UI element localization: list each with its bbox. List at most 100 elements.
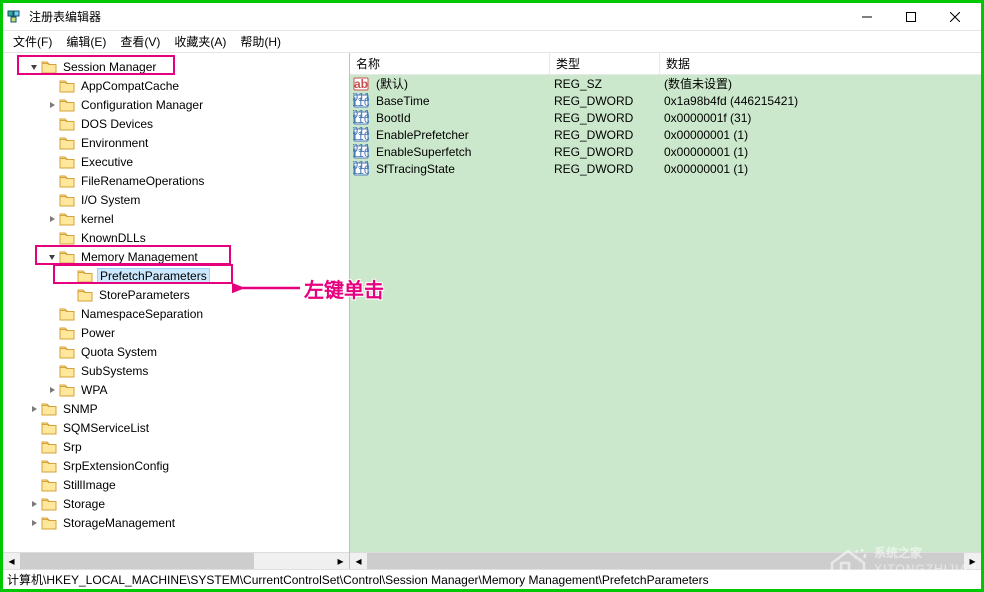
value-name: BaseTime — [372, 94, 550, 108]
status-bar: 计算机\HKEY_LOCAL_MACHINE\SYSTEM\CurrentCon… — [3, 569, 981, 589]
tree-label: Executive — [79, 155, 135, 169]
expander-icon[interactable] — [45, 100, 59, 110]
folder-icon — [41, 516, 57, 530]
scroll-right-icon[interactable]: ▸ — [964, 553, 981, 570]
folder-icon — [59, 326, 75, 340]
menu-help[interactable]: 帮助(H) — [234, 31, 287, 52]
expander-icon[interactable] — [45, 252, 59, 262]
tree-item[interactable]: Quota System — [3, 342, 349, 361]
tree-item[interactable]: SNMP — [3, 399, 349, 418]
tree-item[interactable]: SrpExtensionConfig — [3, 456, 349, 475]
value-row[interactable]: 011110BootIdREG_DWORD0x0000001f (31) — [350, 109, 981, 126]
tree-item[interactable]: Environment — [3, 133, 349, 152]
tree-item[interactable]: SQMServiceList — [3, 418, 349, 437]
tree-label: Power — [79, 326, 117, 340]
values-list[interactable]: ab(默认)REG_SZ(数值未设置)011110BaseTimeREG_DWO… — [350, 75, 981, 552]
close-button[interactable] — [933, 4, 977, 30]
expander-icon[interactable] — [27, 404, 41, 414]
folder-icon — [59, 250, 75, 264]
window-title: 注册表编辑器 — [29, 8, 845, 25]
tree-item[interactable]: I/O System — [3, 190, 349, 209]
folder-icon — [41, 459, 57, 473]
title-bar: 注册表编辑器 — [3, 3, 981, 31]
tree-item[interactable]: Executive — [3, 152, 349, 171]
tree-item[interactable]: Storage — [3, 494, 349, 513]
col-data[interactable]: 数据 — [660, 53, 981, 74]
value-type: REG_SZ — [550, 77, 660, 91]
tree-label: StoreParameters — [97, 288, 192, 302]
tree-item[interactable]: AppCompatCache — [3, 76, 349, 95]
tree-store-parameters[interactable]: StoreParameters — [3, 285, 349, 304]
value-data: 0x00000001 (1) — [660, 128, 752, 142]
menu-favorites[interactable]: 收藏夹(A) — [168, 31, 232, 52]
tree-item[interactable]: FileRenameOperations — [3, 171, 349, 190]
value-data: 0x00000001 (1) — [660, 162, 752, 176]
expander-icon[interactable] — [27, 499, 41, 509]
tree-label: SNMP — [61, 402, 100, 416]
tree-item[interactable]: StillImage — [3, 475, 349, 494]
tree-label: SrpExtensionConfig — [61, 459, 171, 473]
tree-item[interactable]: StorageManagement — [3, 513, 349, 532]
value-row[interactable]: ab (默认)REG_SZ(数值未设置) — [350, 75, 981, 92]
tree-item[interactable]: Srp — [3, 437, 349, 456]
content-area: Session ManagerAppCompatCacheConfigurati… — [3, 53, 981, 569]
value-type: REG_DWORD — [550, 145, 660, 159]
tree-label: KnownDLLs — [79, 231, 148, 245]
folder-icon — [41, 60, 57, 74]
tree-item[interactable]: DOS Devices — [3, 114, 349, 133]
tree-item[interactable]: WPA — [3, 380, 349, 399]
menu-edit[interactable]: 编辑(E) — [60, 31, 112, 52]
value-name: EnableSuperfetch — [372, 145, 550, 159]
col-type[interactable]: 类型 — [550, 53, 660, 74]
values-scrollbar-horizontal[interactable]: ◂ ▸ — [350, 552, 981, 569]
folder-icon — [59, 193, 75, 207]
scroll-right-icon[interactable]: ▸ — [332, 553, 349, 570]
folder-icon — [77, 288, 93, 302]
value-type: REG_DWORD — [550, 94, 660, 108]
col-name[interactable]: 名称 — [350, 53, 550, 74]
tree-item[interactable]: SubSystems — [3, 361, 349, 380]
tree-label: Srp — [61, 440, 84, 454]
minimize-button[interactable] — [845, 4, 889, 30]
value-data: (数值未设置) — [660, 75, 736, 92]
binary-value-icon: 011110 — [352, 161, 370, 177]
tree-item[interactable]: Configuration Manager — [3, 95, 349, 114]
tree-label: DOS Devices — [79, 117, 155, 131]
value-row[interactable]: 011110EnablePrefetcherREG_DWORD0x0000000… — [350, 126, 981, 143]
tree-item[interactable]: KnownDLLs — [3, 228, 349, 247]
tree-scrollbar-horizontal[interactable]: ◂ ▸ — [3, 552, 349, 569]
menu-view[interactable]: 查看(V) — [114, 31, 166, 52]
registry-tree[interactable]: Session ManagerAppCompatCacheConfigurati… — [3, 53, 349, 552]
expander-icon[interactable] — [27, 62, 41, 72]
tree-item[interactable]: Power — [3, 323, 349, 342]
expander-icon[interactable] — [45, 214, 59, 224]
value-row[interactable]: 011110SfTracingStateREG_DWORD0x00000001 … — [350, 160, 981, 177]
scroll-left-icon[interactable]: ◂ — [350, 553, 367, 570]
folder-icon — [59, 345, 75, 359]
svg-text:ab: ab — [354, 77, 368, 91]
tree-item[interactable]: NamespaceSeparation — [3, 304, 349, 323]
binary-value-icon: 011110 — [352, 127, 370, 143]
tree-item[interactable]: kernel — [3, 209, 349, 228]
value-row[interactable]: 011110EnableSuperfetchREG_DWORD0x0000000… — [350, 143, 981, 160]
binary-value-icon: 011110 — [352, 93, 370, 109]
folder-icon — [77, 269, 93, 283]
tree-prefetch-parameters[interactable]: PrefetchParameters — [3, 266, 349, 285]
tree-label: kernel — [79, 212, 116, 226]
svg-text:110: 110 — [353, 112, 369, 126]
value-row[interactable]: 011110BaseTimeREG_DWORD0x1a98b4fd (44621… — [350, 92, 981, 109]
value-name: (默认) — [372, 75, 550, 92]
maximize-button[interactable] — [889, 4, 933, 30]
menu-file[interactable]: 文件(F) — [7, 31, 58, 52]
scroll-left-icon[interactable]: ◂ — [3, 553, 20, 570]
tree-session-manager[interactable]: Session Manager — [3, 57, 349, 76]
folder-icon — [59, 307, 75, 321]
value-name: BootId — [372, 111, 550, 125]
expander-icon[interactable] — [27, 518, 41, 528]
tree-memory-management[interactable]: Memory Management — [3, 247, 349, 266]
expander-icon[interactable] — [45, 385, 59, 395]
values-header: 名称 类型 数据 — [350, 53, 981, 75]
value-name: SfTracingState — [372, 162, 550, 176]
value-type: REG_DWORD — [550, 162, 660, 176]
tree-label: StorageManagement — [61, 516, 177, 530]
